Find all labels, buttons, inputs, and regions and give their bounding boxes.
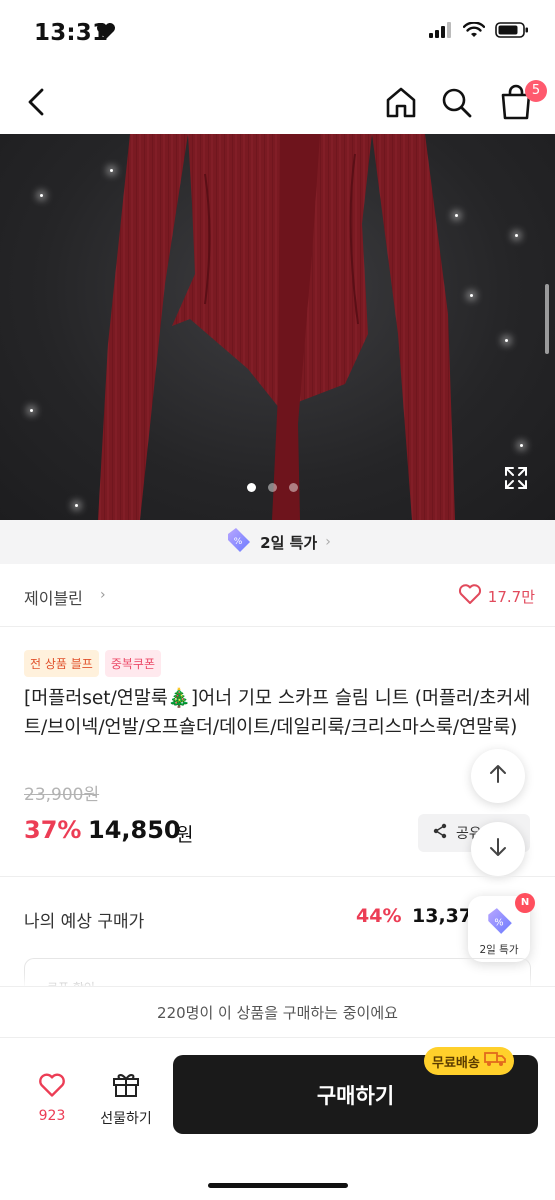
svg-text:%: %	[494, 917, 503, 928]
like-button[interactable]: 923	[24, 1072, 80, 1124]
floating-deal-label: 2일 특가	[479, 944, 519, 956]
product-photo	[98, 134, 455, 520]
status-icons	[429, 21, 529, 42]
scroll-top-button[interactable]	[471, 749, 525, 803]
like-count: 923	[38, 1108, 66, 1124]
gift-label: 선물하기	[100, 1111, 152, 1127]
search-icon[interactable]	[436, 82, 478, 124]
carousel-dot[interactable]	[289, 483, 298, 492]
status-bar: 13:31	[0, 0, 555, 70]
expand-icon[interactable]	[503, 465, 529, 491]
arrow-up-icon	[487, 763, 509, 789]
signal-icon	[429, 22, 453, 42]
section-divider	[0, 876, 555, 877]
sale-price: 14,850	[88, 816, 181, 844]
carousel-dots	[247, 483, 298, 492]
heart-status-icon	[96, 22, 116, 44]
svg-text:%: %	[234, 537, 243, 547]
carousel-dot[interactable]	[247, 483, 256, 492]
scroll-bottom-button[interactable]	[471, 822, 525, 876]
home-icon[interactable]	[380, 82, 422, 124]
share-icon	[432, 823, 448, 843]
back-arrow-icon[interactable]	[18, 82, 58, 122]
free-shipping-badge: 무료배송	[424, 1047, 514, 1075]
gift-icon	[111, 1070, 141, 1102]
gift-button[interactable]: 선물하기	[92, 1070, 160, 1128]
cart-count-badge: 5	[525, 80, 547, 102]
top-nav	[0, 70, 555, 134]
product-detail-page: 13:31 5 % 2일 특가 › 제이블린 › 17.7만 전 상품 블프 중…	[0, 0, 555, 1200]
heart-outline-icon	[38, 1072, 66, 1102]
product-image-carousel[interactable]	[0, 134, 555, 520]
seller-like-button[interactable]: 17.7만	[458, 583, 535, 609]
truck-icon	[483, 1051, 506, 1071]
viewers-notice: 220명이 이 상품을 구매하는 중이에요	[0, 986, 555, 1038]
promo-badges: 전 상품 블프 중복쿠폰	[24, 650, 162, 677]
battery-icon	[495, 22, 529, 42]
sale-badge: 전 상품 블프	[24, 650, 99, 677]
expected-price-label: 나의 예상 구매가	[24, 912, 145, 932]
home-indicator	[208, 1183, 348, 1188]
free-shipping-label: 무료배송	[432, 1055, 480, 1071]
expected-price: 13,37	[412, 905, 473, 927]
seller-name[interactable]: 제이블린	[24, 585, 83, 609]
price-unit: 원	[176, 824, 194, 846]
deal-banner[interactable]: % 2일 특가 ›	[0, 520, 555, 564]
seller-like-count: 17.7만	[487, 587, 535, 606]
deal-label: 2일 특가	[260, 533, 318, 552]
chevron-right-icon: ›	[325, 534, 331, 550]
coupon-badge: 중복쿠폰	[104, 650, 162, 677]
discount-tag-icon: %	[484, 906, 514, 940]
expected-discount-rate: 44%	[356, 905, 402, 927]
original-price: 23,900원	[24, 785, 100, 805]
arrow-down-icon	[487, 836, 509, 862]
new-badge: N	[515, 893, 535, 913]
carousel-dot[interactable]	[268, 483, 277, 492]
product-title: [머플러set/연말룩🎄]어너 기모 스카프 슬림 니트 (머플러/초커세트/브…	[24, 688, 531, 738]
image-scroll-indicator	[545, 284, 549, 354]
discount-tag-icon: %	[224, 526, 252, 558]
seller-row[interactable]: 제이블린 › 17.7만	[0, 565, 555, 627]
heart-outline-icon	[458, 583, 482, 609]
wifi-icon	[462, 21, 486, 42]
chevron-right-icon: ›	[100, 587, 106, 603]
discount-rate: 37%	[24, 816, 82, 844]
